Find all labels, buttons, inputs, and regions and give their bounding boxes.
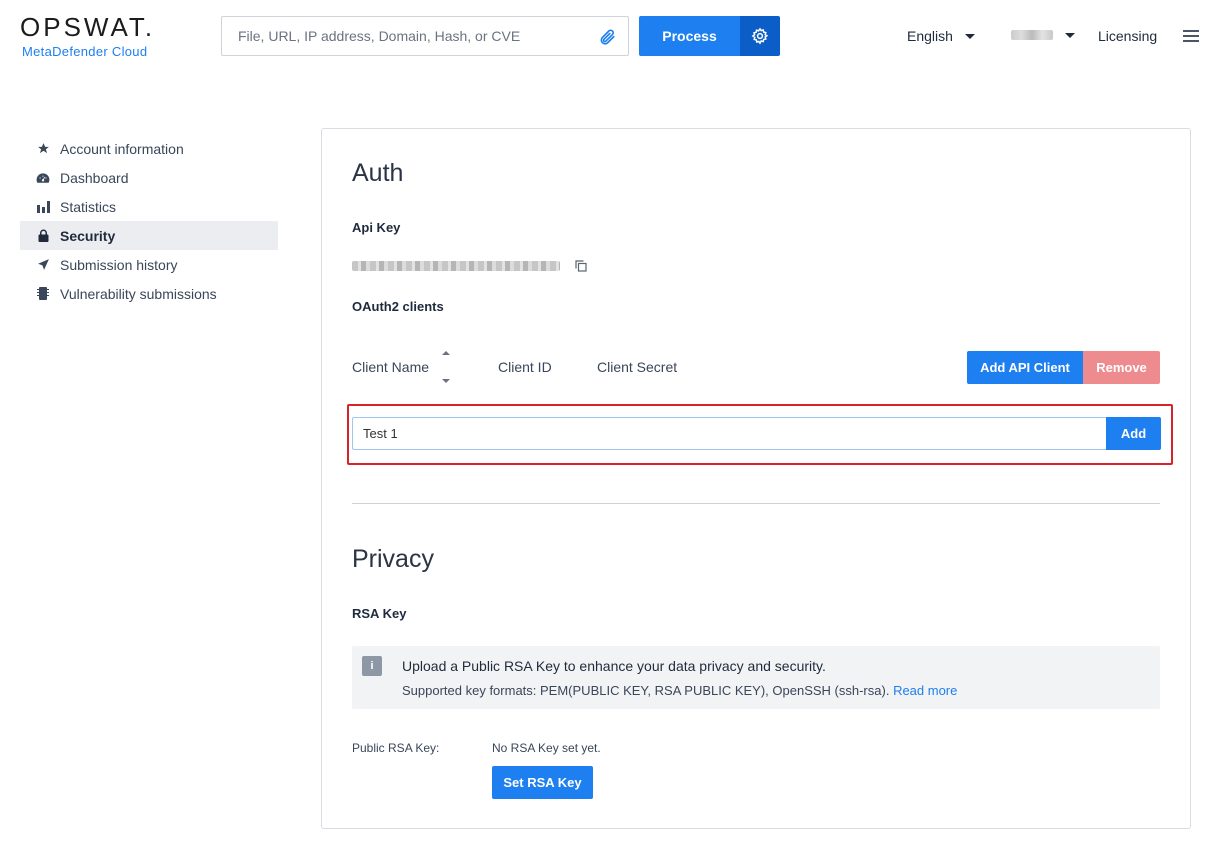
api-key-value-redacted <box>352 261 560 271</box>
language-label: English <box>907 28 953 44</box>
sidebar-item-submission-history[interactable]: Submission history <box>20 250 278 279</box>
rsa-info-box: i Upload a Public RSA Key to enhance you… <box>352 646 1160 709</box>
api-key-label: Api Key <box>352 220 401 235</box>
opswat-logo[interactable]: OPSWAT. MetaDefender Cloud <box>20 14 155 59</box>
info-icon: i <box>362 656 382 676</box>
search-input[interactable] <box>222 17 582 55</box>
sidebar-item-dashboard[interactable]: Dashboard <box>20 163 278 192</box>
column-client-name[interactable]: Client Name <box>352 359 429 375</box>
sidebar: Account information Dashboard Statistics… <box>20 134 278 308</box>
hamburger-menu-icon[interactable] <box>1183 30 1199 42</box>
sidebar-item-statistics[interactable]: Statistics <box>20 192 278 221</box>
set-rsa-key-button[interactable]: Set RSA Key <box>492 766 593 799</box>
sidebar-item-label: Statistics <box>60 198 117 215</box>
sidebar-item-account-information[interactable]: Account information <box>20 134 278 163</box>
supported-formats-text: Supported key formats: PEM(PUBLIC KEY, R… <box>402 683 890 698</box>
process-button[interactable]: Process <box>639 16 740 56</box>
add-button[interactable]: Add <box>1106 417 1161 450</box>
client-name-input[interactable] <box>352 417 1107 450</box>
info-title: Upload a Public RSA Key to enhance your … <box>402 658 826 674</box>
sidebar-item-label: Submission history <box>60 256 178 273</box>
settings-button[interactable] <box>740 16 780 56</box>
chevron-down-icon <box>964 33 975 39</box>
sidebar-item-label: Dashboard <box>60 169 129 186</box>
oauth2-clients-label: OAuth2 clients <box>352 299 444 314</box>
rsa-key-label: RSA Key <box>352 606 407 621</box>
logo-subtitle: MetaDefender Cloud <box>22 44 148 59</box>
gear-icon <box>751 27 769 45</box>
sidebar-item-label: Vulnerability submissions <box>60 285 217 302</box>
star-icon <box>36 142 50 156</box>
column-client-secret: Client Secret <box>597 359 678 375</box>
username-redacted <box>1011 30 1053 40</box>
auth-title: Auth <box>352 159 404 187</box>
sidebar-item-label: Security <box>60 227 116 244</box>
read-more-link[interactable]: Read more <box>893 683 957 698</box>
section-divider <box>352 503 1160 504</box>
bar-chart-icon <box>36 200 50 214</box>
user-menu[interactable] <box>1011 30 1075 40</box>
privacy-title: Privacy <box>352 545 434 573</box>
dashboard-icon <box>36 171 50 185</box>
logo-text: OPSWAT. <box>20 12 156 42</box>
paperclip-icon[interactable] <box>598 27 616 47</box>
info-subtext: Supported key formats: PEM(PUBLIC KEY, R… <box>402 683 957 698</box>
sidebar-item-security[interactable]: Security <box>20 221 278 250</box>
sidebar-item-label: Account information <box>60 140 184 157</box>
chevron-down-icon <box>1065 32 1075 38</box>
licensing-link[interactable]: Licensing <box>1098 28 1157 44</box>
public-rsa-key-label: Public RSA Key: <box>352 741 440 755</box>
paper-plane-icon <box>36 258 50 272</box>
remove-button[interactable]: Remove <box>1083 351 1160 384</box>
sidebar-item-vulnerability-submissions[interactable]: Vulnerability submissions <box>20 279 278 308</box>
security-card: Auth Api Key OAuth2 clients Client Name … <box>321 128 1191 829</box>
chip-icon <box>36 287 50 301</box>
search-box <box>221 16 629 56</box>
sort-icon[interactable] <box>442 351 450 383</box>
language-selector[interactable]: English <box>907 28 975 44</box>
public-rsa-key-value: No RSA Key set yet. <box>492 741 601 755</box>
column-client-id: Client ID <box>498 359 552 375</box>
lock-icon <box>36 229 50 243</box>
add-api-client-button[interactable]: Add API Client <box>967 351 1083 384</box>
copy-icon[interactable] <box>575 260 587 272</box>
